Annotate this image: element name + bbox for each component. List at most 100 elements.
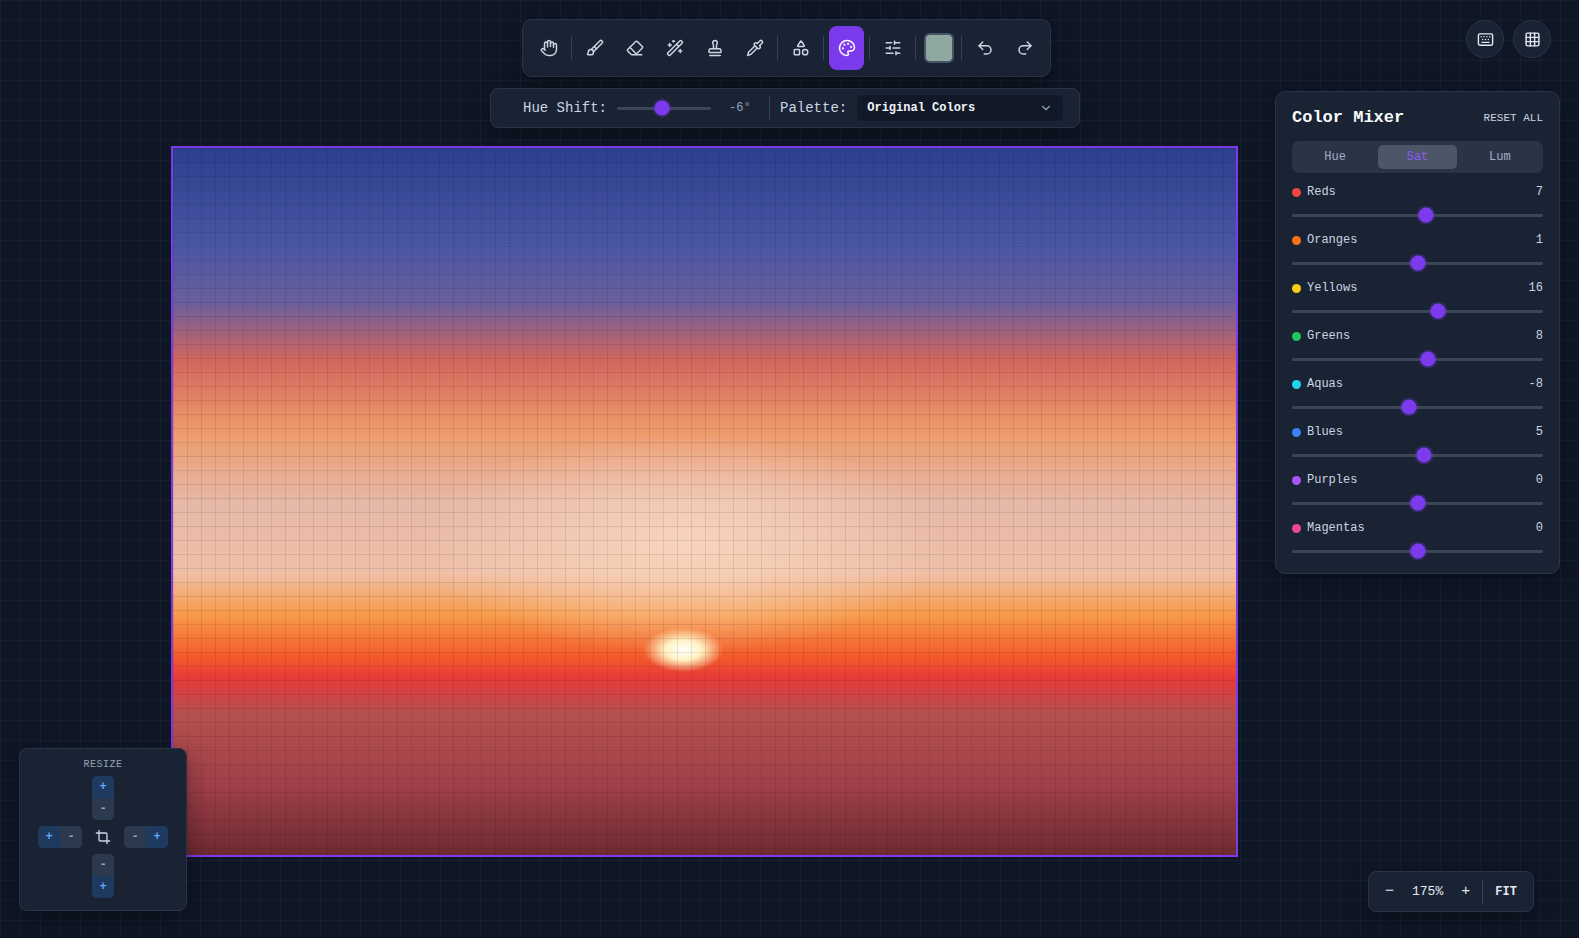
slider-thumb[interactable]	[1419, 208, 1434, 223]
resize-button[interactable]: +	[38, 826, 60, 848]
resize-button[interactable]: -	[92, 798, 114, 820]
separator	[777, 36, 778, 60]
eraser-icon	[626, 39, 644, 57]
channel-dot	[1292, 188, 1301, 197]
hand-icon	[540, 39, 558, 57]
slider-thumb[interactable]	[655, 101, 670, 116]
channel-row: Yellows16	[1292, 281, 1543, 319]
resize-top: +-	[92, 776, 114, 820]
reset-all-button[interactable]: RESET ALL	[1484, 110, 1543, 126]
channel-row: Purples0	[1292, 473, 1543, 511]
eyedropper-icon	[746, 39, 764, 57]
fit-button[interactable]: FIT	[1489, 883, 1523, 901]
tool-button[interactable]	[829, 26, 864, 70]
channel-slider[interactable]	[1292, 543, 1543, 559]
channel-name: Yellows	[1307, 281, 1523, 295]
channel-dot	[1292, 524, 1301, 533]
slider-track	[1292, 358, 1543, 361]
keyboard-icon	[1477, 31, 1494, 48]
channel-row: Aquas -8	[1292, 377, 1543, 415]
separator	[1482, 880, 1483, 904]
channel-dot	[1292, 428, 1301, 437]
crop-button[interactable]	[95, 829, 111, 845]
adjust-bar: Hue Shift:-6°Palette:Original Colors	[490, 88, 1080, 128]
tool-button[interactable]	[697, 30, 732, 66]
channel-slider[interactable]	[1292, 495, 1543, 511]
slider-thumb[interactable]	[1410, 544, 1425, 559]
resize-panel: RESIZE+-+--+-+	[19, 748, 187, 911]
resize-right: -+	[124, 826, 168, 848]
mixer-tab[interactable]: Hue	[1296, 145, 1374, 169]
slider-thumb[interactable]	[1417, 448, 1432, 463]
zoom-out-button[interactable]: −	[1379, 881, 1400, 902]
undo-button[interactable]	[967, 30, 1002, 66]
separator	[769, 96, 770, 120]
resize-title: RESIZE	[83, 759, 122, 770]
color-mixer-panel: Color MixerRESET ALLHueSatLumReds7Orange…	[1275, 91, 1560, 574]
channel-slider[interactable]	[1292, 447, 1543, 463]
grid-icon	[1524, 31, 1541, 48]
zoom-level: 175%	[1406, 884, 1449, 899]
channel-row: Reds7	[1292, 185, 1543, 223]
resize-button[interactable]: -	[92, 854, 114, 876]
channel-value: 8	[1536, 329, 1543, 343]
mixer-tabs: HueSatLum	[1292, 141, 1543, 173]
zoom-in-button[interactable]: +	[1455, 881, 1476, 902]
slider-thumb[interactable]	[1420, 352, 1435, 367]
keyboard-button[interactable]	[1466, 20, 1504, 58]
channel-dot	[1292, 236, 1301, 245]
hue-shift-reading: -6°	[729, 101, 759, 115]
channel-slider[interactable]	[1292, 255, 1543, 271]
sliders-icon	[884, 39, 902, 57]
redo-button[interactable]	[1007, 30, 1042, 66]
slider-thumb[interactable]	[1401, 400, 1416, 415]
palette-select[interactable]: Original Colors	[857, 95, 1063, 121]
hue-shift-slider[interactable]	[617, 100, 711, 116]
separator	[869, 36, 870, 60]
slider-thumb[interactable]	[1410, 496, 1425, 511]
channel-slider[interactable]	[1292, 207, 1543, 223]
channel-name: Blues	[1307, 425, 1530, 439]
tool-button[interactable]	[783, 30, 818, 66]
undo-icon	[976, 39, 994, 57]
slider-thumb[interactable]	[1430, 304, 1445, 319]
separator	[823, 36, 824, 60]
slider-thumb[interactable]	[1411, 256, 1426, 271]
tool-button[interactable]	[577, 30, 612, 66]
channel-name: Oranges	[1307, 233, 1530, 247]
resize-button[interactable]: +	[92, 876, 114, 898]
separator	[961, 36, 962, 60]
resize-button[interactable]: -	[60, 826, 82, 848]
crop-icon	[95, 829, 111, 845]
color-swatch-button[interactable]	[921, 30, 956, 66]
channel-value: 0	[1536, 521, 1543, 535]
channel-slider[interactable]	[1292, 303, 1543, 319]
color-swatch	[924, 33, 954, 63]
channel-dot	[1292, 476, 1301, 485]
channel-row: Oranges 1	[1292, 233, 1543, 271]
tool-button[interactable]	[657, 30, 692, 66]
resize-button[interactable]: +	[92, 776, 114, 798]
channel-value: 1	[1536, 233, 1543, 247]
channel-dot	[1292, 380, 1301, 389]
resize-button[interactable]: +	[146, 826, 168, 848]
grid-button[interactable]	[1513, 20, 1551, 58]
pixel-canvas[interactable]	[171, 146, 1238, 857]
view-buttons	[1466, 20, 1551, 58]
tool-button[interactable]	[737, 30, 772, 66]
brush-icon	[586, 39, 604, 57]
resize-button[interactable]: -	[124, 826, 146, 848]
mixer-tab[interactable]: Lum	[1461, 145, 1539, 169]
slider-track	[1292, 214, 1543, 217]
zoom-bar: −175% + FIT	[1368, 871, 1534, 912]
resize-left: +-	[38, 826, 82, 848]
channel-value: -8	[1529, 377, 1543, 391]
tool-button[interactable]	[531, 30, 566, 66]
palette-icon	[838, 39, 856, 57]
tool-button[interactable]	[617, 30, 652, 66]
channel-slider[interactable]	[1292, 351, 1543, 367]
tool-button[interactable]	[875, 30, 910, 66]
mixer-tab[interactable]: Sat	[1378, 145, 1456, 169]
channel-name: Aquas	[1307, 377, 1523, 391]
channel-slider[interactable]	[1292, 399, 1543, 415]
